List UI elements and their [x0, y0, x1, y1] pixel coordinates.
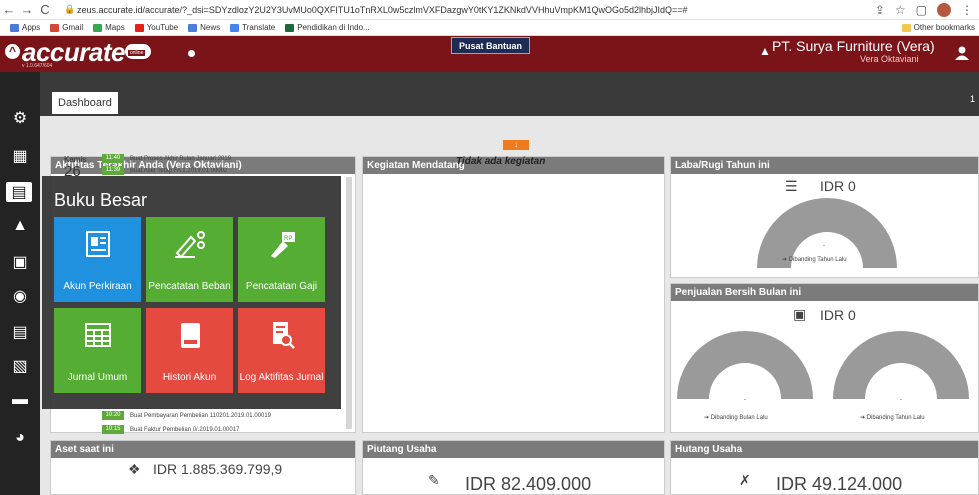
tile-pencatatan-beban[interactable]: Pencatatan Beban [146, 217, 233, 302]
sales-year-gauge [833, 331, 969, 399]
sales-month-dash: - [744, 397, 746, 403]
tab-dashboard[interactable]: Dashboard [52, 92, 118, 114]
sales-compare-month: ➔ Dibanding Bulan Lalu [704, 415, 768, 421]
receivables-icon: ✎ [428, 472, 440, 488]
cart-icon: ▣ [793, 306, 807, 322]
app-version: v 1.0.647/604 [22, 63, 53, 69]
cloud-icon: online [125, 44, 151, 59]
bookmark-youtube[interactable]: YouTube [134, 23, 178, 32]
accurate-logo-icon: ^ [5, 44, 20, 59]
profit-dash: - [823, 243, 825, 249]
puzzle-icon: ❖ [128, 461, 141, 477]
profit-value-icon: ☰ [785, 178, 798, 194]
ledger-icon[interactable]: ▤ [6, 182, 32, 202]
payables-icon: ✗ [739, 472, 751, 488]
tab-strip: Dashboard 1 [40, 72, 979, 116]
lock-icon: 🔒 [64, 4, 76, 14]
url-text: zeus.accurate.id/accurate/?_dsi=SDYzdloz… [77, 4, 688, 15]
receivables-title: Piutang Usaha [363, 441, 664, 458]
sales-month-gauge [677, 331, 813, 399]
apps-icon [10, 23, 19, 32]
inventory-icon[interactable]: ▤ [10, 322, 30, 342]
log-search-icon [272, 322, 295, 349]
activity-item[interactable]: 10:20 Buat Pembayaran Pembelian 110201.20… [42, 411, 271, 420]
report-pie-icon[interactable]: ◕ [10, 428, 30, 448]
no-events-text: Tidak ada kegiatan [456, 156, 546, 167]
company-name[interactable]: PT. Surya Furniture (Vera) [772, 38, 935, 54]
tile-pencatatan-gaji[interactable]: RP Pencatatan Gaji [238, 217, 325, 302]
tile-histori-akun[interactable]: Histori Akun [146, 308, 233, 393]
news-icon [188, 23, 198, 32]
profit-title: Laba/Rugi Tahun ini [671, 157, 978, 174]
account-card-icon [85, 231, 110, 257]
gmail-icon [50, 23, 60, 32]
sales-bag-icon[interactable]: ◉ [10, 286, 30, 306]
other-bookmarks[interactable]: Other bookmarks [901, 23, 979, 32]
tile-log-aktifitas-jurnal[interactable]: Log Aktifitas Jurnal [238, 308, 325, 393]
sales-year-dash: - [900, 397, 902, 403]
activity-item[interactable]: 11:40 Buat Proses Akhir Bulan Januari 201… [42, 154, 231, 163]
bookmark-maps[interactable]: Maps [93, 23, 125, 32]
salary-pen-icon: RP [270, 232, 295, 258]
left-sidebar: ⚙ ▦ ▤ ▲ ▣ ◉ ▤ ▧ ▬ ◕ [0, 72, 40, 495]
forward-icon[interactable]: → [18, 2, 36, 17]
tab-count: 1 [969, 94, 975, 104]
activity-scrollbar[interactable] [346, 177, 352, 429]
assets-title: Aset saat ini [51, 441, 355, 458]
folder-icon [901, 23, 911, 32]
browser-toolbar: ← → C 🔒 zeus.accurate.id/accurate/?_dsi=… [0, 0, 979, 20]
help-center-button[interactable]: Pusat Bantuan [451, 37, 531, 54]
tile-akun-perkiraan[interactable]: Akun Perkiraan [54, 217, 141, 302]
cart-icon[interactable]: ▣ [10, 252, 30, 272]
bell-icon[interactable]: ▲ [759, 44, 771, 58]
bookmark-apps[interactable]: Apps [10, 23, 40, 32]
history-book-icon [180, 323, 200, 348]
svg-text:RP: RP [284, 236, 292, 242]
youtube-icon [134, 23, 144, 32]
settings-icon[interactable]: ⚙ [10, 108, 30, 128]
tile-jurnal-umum[interactable]: Jurnal Umum [54, 308, 141, 393]
ledger-flyout-menu: Buku Besar Akun Perkiraan Pencatatan Beb… [42, 176, 341, 409]
bookmark-translate[interactable]: Translate [230, 23, 275, 32]
payables-title: Hutang Usaha [671, 441, 978, 458]
profit-compare: ➔ Dibanding Tahun Lalu [782, 257, 847, 263]
activity-item[interactable]: 11:39 Buat Aset Tetap FA 1.2019.01.00002 [42, 166, 227, 175]
payables-value: IDR 49.124.000 [776, 474, 903, 494]
back-icon[interactable]: ← [0, 2, 18, 17]
bookmark-gmail[interactable]: Gmail [50, 23, 83, 32]
assets-value: IDR 1.885.369.799,9 [153, 461, 283, 477]
tab-icon[interactable]: ▢ [916, 3, 927, 17]
bookmark-pendidikan[interactable]: Pendidikan di Indo... [285, 23, 370, 32]
address-bar[interactable]: 🔒 zeus.accurate.id/accurate/?_dsi=SDYzdl… [64, 2, 784, 18]
bookmark-news[interactable]: News [188, 23, 220, 32]
sales-title: Penjualan Bersih Bulan ini [671, 284, 978, 301]
cash-bank-icon[interactable]: ▲ [10, 216, 30, 236]
status-dot [188, 50, 195, 57]
user-icon[interactable] [954, 45, 970, 61]
sales-compare-year: ➔ Dibanding Tahun Lalu [860, 415, 925, 421]
profit-value: IDR 0 [820, 178, 856, 194]
share-icon[interactable]: ⇪ [875, 3, 885, 17]
expense-pen-icon [174, 231, 205, 259]
activity-item[interactable]: 10:15 Buat Faktur Pembelian 0/.2019.01.00… [42, 425, 239, 434]
payroll-icon[interactable]: ▬ [10, 390, 30, 410]
events-panel: Kegiatan Mendatang [362, 156, 665, 433]
building-icon[interactable]: ▦ [10, 146, 30, 166]
sales-value: IDR 0 [820, 307, 856, 323]
profile-avatar[interactable] [937, 2, 951, 17]
asset-icon[interactable]: ▧ [10, 356, 30, 376]
star-icon[interactable]: ☆ [895, 3, 906, 17]
maps-icon [93, 23, 103, 32]
pendidikan-icon [285, 23, 295, 32]
receivables-value: IDR 82.409.000 [465, 474, 592, 494]
menu-icon[interactable]: ⋮ [961, 3, 973, 17]
ledger-menu-title: Buku Besar [54, 190, 148, 210]
journal-table-icon [84, 323, 111, 347]
translate-icon [230, 23, 240, 32]
reload-icon[interactable]: C [36, 2, 54, 17]
bookmarks-bar: Apps Gmail Maps YouTube News Translate P… [0, 20, 979, 36]
user-name: Vera Oktaviani [860, 54, 919, 64]
collapse-arrow-icon[interactable]: ↓ [503, 140, 529, 150]
